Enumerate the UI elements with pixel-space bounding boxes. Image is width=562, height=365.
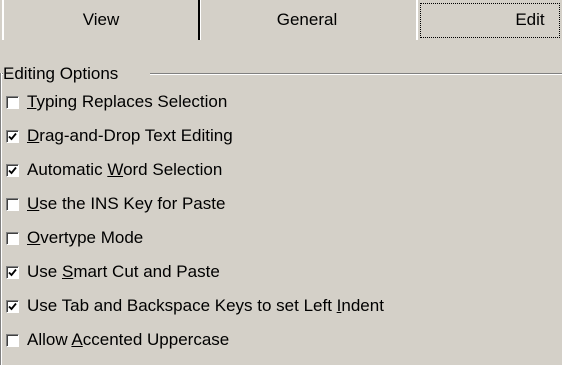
option-use-ins-key-for-paste[interactable]: Use the INS Key for Paste	[0, 188, 560, 222]
tab-general[interactable]: General	[198, 0, 414, 40]
group-border-top-right	[150, 73, 562, 75]
option-label: Automatic Word Selection	[27, 160, 222, 180]
option-label: Typing Replaces Selection	[27, 92, 227, 112]
option-typing-replaces-selection[interactable]: Typing Replaces Selection	[0, 86, 560, 120]
access-key: A	[71, 330, 83, 349]
access-key: W	[107, 160, 124, 179]
option-label: Drag-and-Drop Text Editing	[27, 126, 233, 146]
tab-strip: View General Edit	[0, 0, 562, 44]
label-text: ndent	[341, 296, 384, 315]
option-label: Use Tab and Backspace Keys to set Left I…	[27, 296, 384, 316]
label-text: Allow	[27, 330, 72, 349]
option-overtype-mode[interactable]: Overtype Mode	[0, 222, 560, 256]
access-key: D	[27, 126, 40, 145]
check-mark-icon	[8, 302, 17, 311]
label-text: yping Replaces Selection	[36, 92, 228, 111]
check-mark-icon	[8, 132, 17, 141]
checkbox-use-smart-cut-and-paste[interactable]	[6, 266, 19, 279]
check-mark-icon	[8, 166, 17, 175]
checkbox-use-ins-key-for-paste[interactable]	[6, 198, 19, 211]
tab-view[interactable]: View	[2, 0, 198, 40]
label-text: Use	[27, 262, 62, 281]
tab-general-label: General	[276, 10, 338, 29]
option-label: Use Smart Cut and Paste	[27, 262, 220, 282]
option-allow-accented-uppercase[interactable]: Allow Accented Uppercase	[0, 324, 560, 358]
label-text: vertype Mode	[40, 228, 144, 247]
label-text: ord Selection	[123, 160, 223, 179]
access-key: O	[27, 228, 41, 247]
option-label: Use the INS Key for Paste	[27, 194, 225, 214]
check-mark-icon	[8, 268, 17, 277]
tab-edit[interactable]: Edit	[416, 0, 562, 40]
access-key: S	[61, 262, 74, 281]
option-label: Allow Accented Uppercase	[27, 330, 229, 350]
label-text: ccented Uppercase	[82, 330, 230, 349]
option-use-tab-and-backspace-keys[interactable]: Use Tab and Backspace Keys to set Left I…	[0, 290, 560, 324]
tab-edit-label: Edit	[515, 10, 545, 29]
label-text: Use Tab and Backspace Keys to set Left	[27, 296, 337, 315]
option-label: Overtype Mode	[27, 228, 143, 248]
checkbox-automatic-word-selection[interactable]	[6, 164, 19, 177]
option-automatic-word-selection[interactable]: Automatic Word Selection	[0, 154, 560, 188]
label-text: se the INS Key for Paste	[39, 194, 226, 213]
checkbox-drag-and-drop-text-editing[interactable]	[6, 130, 19, 143]
checkbox-use-tab-and-backspace-keys[interactable]	[6, 300, 19, 313]
checkbox-allow-accented-uppercase[interactable]	[6, 334, 19, 347]
access-key: U	[27, 194, 40, 213]
group-label: Editing Options	[3, 64, 121, 84]
label-text: Automatic	[27, 160, 108, 179]
label-text: rag-and-Drop Text Editing	[39, 126, 233, 145]
checkbox-overtype-mode[interactable]	[6, 232, 19, 245]
option-drag-and-drop-text-editing[interactable]: Drag-and-Drop Text Editing	[0, 120, 560, 154]
tab-view-label: View	[82, 10, 120, 29]
label-text: mart Cut and Paste	[73, 262, 220, 281]
option-use-smart-cut-and-paste[interactable]: Use Smart Cut and Paste	[0, 256, 560, 290]
checkbox-typing-replaces-selection[interactable]	[6, 96, 19, 109]
